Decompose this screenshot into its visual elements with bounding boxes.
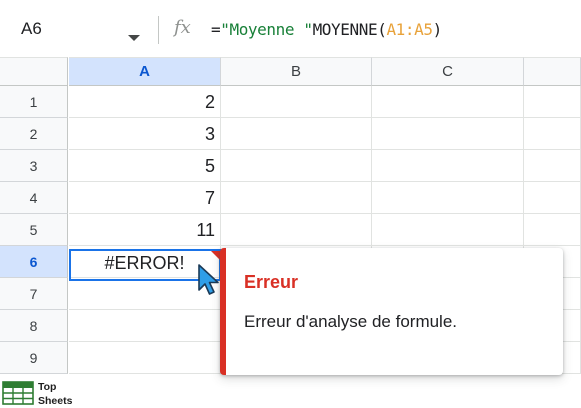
cell-partial[interactable] (524, 214, 581, 246)
cell-c1[interactable] (372, 86, 524, 118)
chevron-down-icon[interactable] (128, 35, 140, 41)
column-header-b[interactable]: B (221, 57, 372, 86)
error-message: Erreur d'analyse de formule. (244, 312, 458, 331)
formula-input[interactable]: ="Moyenne "MOYENNE(A1:A5) (211, 20, 442, 39)
error-title: Erreur (244, 272, 299, 292)
cell-b1[interactable] (221, 86, 372, 118)
row-header-9[interactable]: 9 (0, 342, 68, 374)
cell-a4[interactable]: 7 (69, 182, 221, 214)
cell-b2[interactable] (221, 118, 372, 150)
row-header-4[interactable]: 4 (0, 182, 68, 214)
column-header-a[interactable]: A (69, 57, 221, 86)
cell-a1[interactable]: 2 (69, 86, 221, 118)
cell-c3[interactable] (372, 150, 524, 182)
row-header-7[interactable]: 7 (0, 278, 68, 310)
name-box-value[interactable]: A6 (21, 19, 42, 39)
formula-part-str: "Moyenne " (220, 20, 313, 39)
cell-a3[interactable]: 5 (69, 150, 221, 182)
name-box[interactable]: A6 (0, 8, 152, 50)
cell-a8[interactable] (69, 310, 221, 342)
watermark-line-2: Sheets (38, 395, 73, 407)
cell-a2[interactable]: 3 (69, 118, 221, 150)
cell-b4[interactable] (221, 182, 372, 214)
cell-c5[interactable] (372, 214, 524, 246)
cell-c2[interactable] (372, 118, 524, 150)
cell-partial[interactable] (524, 86, 581, 118)
cell-partial[interactable] (524, 118, 581, 150)
cell-b3[interactable] (221, 150, 372, 182)
watermark-line-1: Top (38, 381, 57, 393)
column-header-c[interactable]: C (372, 57, 524, 86)
row-header-5[interactable]: 5 (0, 214, 68, 246)
formula-part-eq: = (211, 20, 221, 39)
top-sheets-watermark: Top Sheets (0, 379, 80, 408)
svg-text:fx: fx (173, 17, 191, 38)
cursor-icon (198, 264, 219, 295)
formula-part-fn: ) (432, 20, 443, 39)
row-header-6[interactable]: 6 (0, 246, 68, 278)
cell-a5[interactable]: 11 (69, 214, 221, 246)
fx-icon: fx (173, 17, 191, 38)
error-tooltip: Erreur Erreur d'analyse de formule. (220, 248, 563, 375)
select-all-corner[interactable] (0, 57, 68, 86)
formula-bar-divider (158, 16, 159, 44)
cell-c4[interactable] (372, 182, 524, 214)
row-header-3[interactable]: 3 (0, 150, 68, 182)
row-header-2[interactable]: 2 (0, 118, 68, 150)
column-header-partial[interactable] (524, 57, 581, 86)
error-indicator-icon[interactable] (211, 251, 220, 260)
row-header-1[interactable]: 1 (0, 86, 68, 118)
cell-b5[interactable] (221, 214, 372, 246)
formula-bar: A6 fx ="Moyenne "MOYENNE(A1:A5) (0, 0, 581, 57)
cell-partial[interactable] (524, 150, 581, 182)
formula-part-ref: A1:A5 (386, 20, 433, 39)
row-header-8[interactable]: 8 (0, 310, 68, 342)
formula-part-fn: MOYENNE( (312, 20, 387, 39)
cell-partial[interactable] (524, 182, 581, 214)
top-sheets-logo (2, 381, 34, 405)
cell-a9[interactable] (69, 342, 221, 374)
